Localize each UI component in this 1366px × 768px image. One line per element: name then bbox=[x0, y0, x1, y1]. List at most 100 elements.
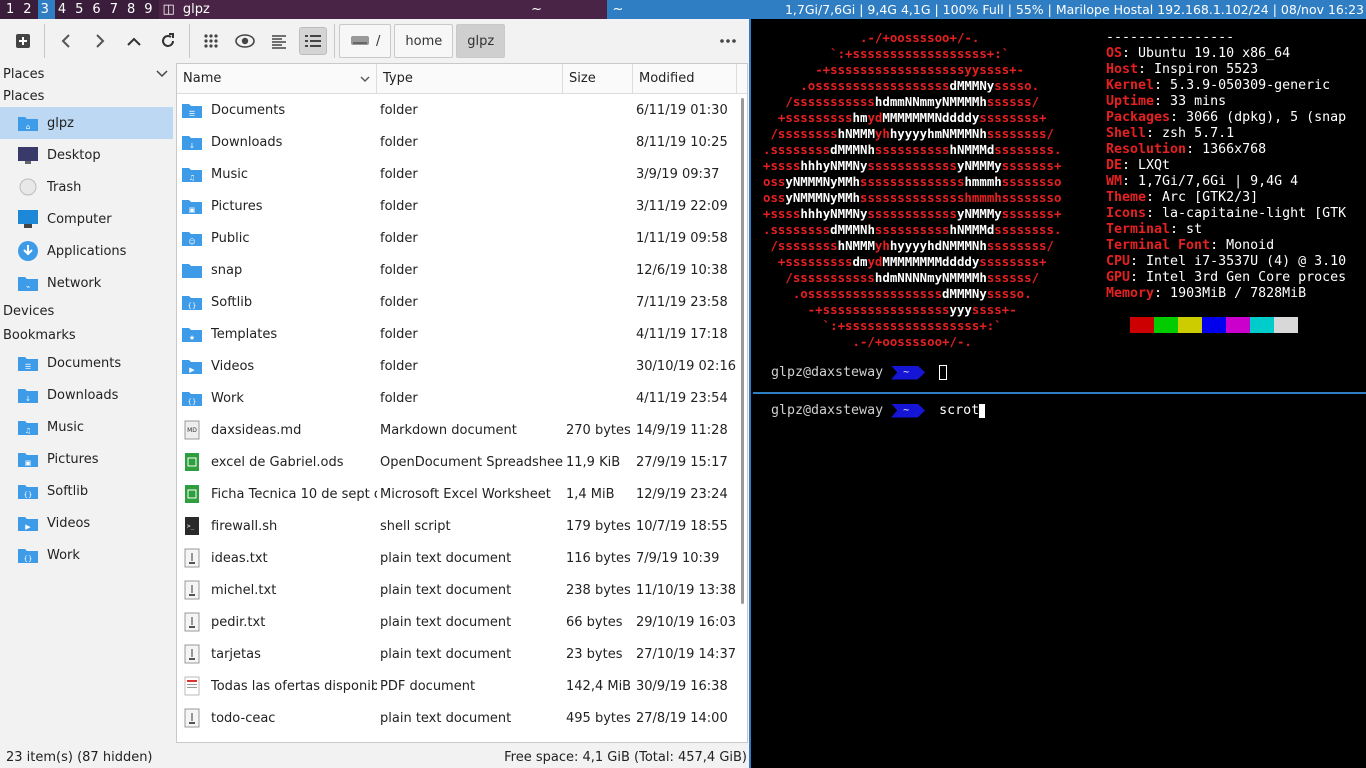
column-size[interactable]: Size bbox=[563, 64, 633, 94]
sidebar-item-softlib[interactable]: {} Softlib bbox=[0, 475, 176, 507]
file-row[interactable]: snap folder 12/6/19 10:38 bbox=[177, 254, 747, 286]
file-row[interactable]: ▣ Pictures folder 3/11/19 22:09 bbox=[177, 190, 747, 222]
file-row[interactable]: excel de Gabriel.ods OpenDocument Spreads… bbox=[177, 446, 747, 478]
file-rows: ☰ Documents folder 6/11/19 01:30 ↓ Downloads f… bbox=[177, 94, 747, 734]
sidebar-item-glpz[interactable]: ⌂ glpz bbox=[0, 107, 173, 139]
svg-text:♫: ♫ bbox=[189, 174, 195, 182]
sidebar-item-videos[interactable]: ▶ Videos bbox=[0, 507, 176, 539]
svg-text:{}: {} bbox=[188, 302, 197, 310]
svg-text:{}: {} bbox=[188, 398, 197, 406]
sidebar-item-downloads[interactable]: ↓ Downloads bbox=[0, 379, 176, 411]
plus-icon bbox=[16, 34, 30, 48]
column-name[interactable]: Name bbox=[177, 64, 377, 94]
sidebar-header-bookmarks: Bookmarks bbox=[3, 327, 76, 343]
sysinfo-key: Memory bbox=[1106, 286, 1155, 301]
svg-text:MD: MD bbox=[187, 427, 197, 434]
file-name: Documents bbox=[211, 102, 286, 118]
workspace-2[interactable]: 2 bbox=[20, 0, 37, 19]
file-row[interactable]: ideas.txt plain text document 116 bytes 7/9… bbox=[177, 542, 747, 574]
file-row[interactable]: {} Softlib folder 7/11/19 23:58 bbox=[177, 286, 747, 318]
new-tab-button[interactable] bbox=[9, 27, 37, 55]
file-row[interactable]: tarjetas plain text document 23 bytes 27/10… bbox=[177, 638, 747, 670]
system-status-text: 1,7Gi/7,6Gi | 9,4G 4,1G | 100% Full | 55… bbox=[746, 0, 1366, 19]
sidebar-item-computer[interactable]: Computer bbox=[0, 203, 176, 235]
sysinfo-key: Shell bbox=[1106, 126, 1147, 141]
file-row[interactable]: pedir.txt plain text document 66 bytes 29/1… bbox=[177, 606, 747, 638]
pictures-folder-icon: ▣ bbox=[181, 195, 203, 217]
workspace-9[interactable]: 9 bbox=[141, 0, 158, 19]
workspace-7[interactable]: 7 bbox=[107, 0, 124, 19]
file-row[interactable]: ▶ Videos folder 30/10/19 02:16 bbox=[177, 350, 747, 382]
file-row[interactable]: >_ firewall.sh shell script 179 bytes 10/7/1… bbox=[177, 510, 747, 542]
file-row[interactable]: ♫ Music folder 3/9/19 09:37 bbox=[177, 158, 747, 190]
file-modified: 27/9/19 15:17 bbox=[636, 454, 728, 470]
compact-view-button[interactable] bbox=[265, 27, 293, 55]
file-row[interactable]: Todas las ofertas disponibl... PDF docume… bbox=[177, 670, 747, 702]
sysinfo-line: Icons: la-capitaine-light [GTK bbox=[1106, 206, 1364, 222]
sidebar-item-music[interactable]: ♫ Music bbox=[0, 411, 176, 443]
sysinfo-key: Kernel bbox=[1106, 78, 1155, 93]
breadcrumb-root[interactable]: / bbox=[339, 24, 392, 58]
sidebar-item-work[interactable]: {} Work bbox=[0, 539, 176, 571]
forward-button[interactable] bbox=[86, 27, 114, 55]
detail-view-button[interactable] bbox=[299, 27, 327, 55]
workspace-6[interactable]: 6 bbox=[89, 0, 106, 19]
svg-text:▶: ▶ bbox=[25, 523, 31, 531]
preview-toggle-button[interactable] bbox=[231, 27, 259, 55]
file-row[interactable]: Ficha Tecnica 10 de sept d... Microsoft E… bbox=[177, 478, 747, 510]
sidebar-view-combo[interactable]: Places bbox=[0, 63, 176, 85]
folder-icon bbox=[181, 259, 203, 281]
breadcrumb-home[interactable]: home bbox=[394, 24, 454, 58]
reload-button[interactable] bbox=[154, 27, 182, 55]
vertical-scrollbar[interactable] bbox=[741, 98, 744, 604]
sysinfo-value: : 1,7Gi/7,6Gi | 9,4G 4 bbox=[1122, 174, 1299, 189]
sidebar-item-trash[interactable]: Trash bbox=[0, 171, 176, 203]
taskbar-window-terminal-2[interactable]: ~ bbox=[606, 0, 747, 19]
menu-button[interactable] bbox=[714, 27, 742, 55]
home-folder-icon: ⌂ bbox=[17, 112, 39, 134]
terminal-bottom[interactable]: glpz@daxsteway ~ scrot bbox=[753, 394, 1366, 768]
workspace-4[interactable]: 4 bbox=[55, 0, 72, 19]
sidebar-item-applications[interactable]: Applications bbox=[0, 235, 176, 267]
sidebar-item-pictures[interactable]: ▣ Pictures bbox=[0, 443, 176, 475]
taskbar-window-filemanager[interactable]: ◫ glpz bbox=[158, 0, 467, 19]
workspace-3[interactable]: 3 bbox=[37, 0, 55, 19]
file-name-cell: >_ firewall.sh bbox=[177, 515, 377, 537]
workspace-8[interactable]: 8 bbox=[124, 0, 141, 19]
terminal-top[interactable]: .-/+oossssoo+/-. `:+ssssssssssssssssss+:… bbox=[753, 19, 1366, 392]
drive-icon bbox=[351, 36, 369, 45]
sidebar-item-desktop[interactable]: Desktop bbox=[0, 139, 176, 171]
up-button[interactable] bbox=[120, 27, 148, 55]
file-name-cell: {} Work bbox=[177, 387, 377, 409]
breadcrumb-label: home bbox=[405, 33, 443, 49]
breadcrumb-current[interactable]: glpz bbox=[456, 24, 506, 58]
file-row[interactable]: ☰ Documents folder 6/11/19 01:30 bbox=[177, 94, 747, 126]
file-row[interactable]: MD daxsideas.md Markdown document 270 bytes… bbox=[177, 414, 747, 446]
column-modified[interactable]: Modified bbox=[633, 64, 737, 94]
column-type[interactable]: Type bbox=[377, 64, 563, 94]
sidebar-item-documents[interactable]: ☰ Documents bbox=[0, 347, 176, 379]
file-row[interactable]: ☺ Public folder 1/11/19 09:58 bbox=[177, 222, 747, 254]
palette-swatch bbox=[1202, 317, 1226, 333]
file-type: folder bbox=[380, 262, 418, 278]
back-button[interactable] bbox=[52, 27, 80, 55]
file-name: Pictures bbox=[211, 198, 263, 214]
taskbar-window-title: ~ bbox=[531, 2, 542, 17]
applications-icon bbox=[17, 240, 39, 262]
file-row[interactable]: todo-ceac plain text document 495 bytes 27/… bbox=[177, 702, 747, 734]
file-row[interactable]: ↓ Downloads folder 8/11/19 10:25 bbox=[177, 126, 747, 158]
taskbar-window-terminal-1[interactable]: ~ bbox=[466, 0, 607, 19]
workspace-1[interactable]: 1 bbox=[3, 0, 20, 19]
sysinfo-value: : st bbox=[1170, 222, 1203, 237]
file-row[interactable]: {} Work folder 4/11/19 23:54 bbox=[177, 382, 747, 414]
sidebar-item-label: Downloads bbox=[47, 387, 119, 403]
workspace-5[interactable]: 5 bbox=[72, 0, 89, 19]
icon-view-button[interactable] bbox=[197, 27, 225, 55]
file-row[interactable]: michel.txt plain text document 238 bytes 11… bbox=[177, 574, 747, 606]
file-row[interactable]: ★ Templates folder 4/11/19 17:18 bbox=[177, 318, 747, 350]
sidebar-item-label: Softlib bbox=[47, 483, 89, 499]
file-type: plain text document bbox=[380, 614, 512, 630]
svg-text:↓: ↓ bbox=[25, 395, 31, 403]
sidebar-item-label: Documents bbox=[47, 355, 122, 371]
sidebar-item-network[interactable]: ⌁ Network bbox=[0, 267, 176, 299]
